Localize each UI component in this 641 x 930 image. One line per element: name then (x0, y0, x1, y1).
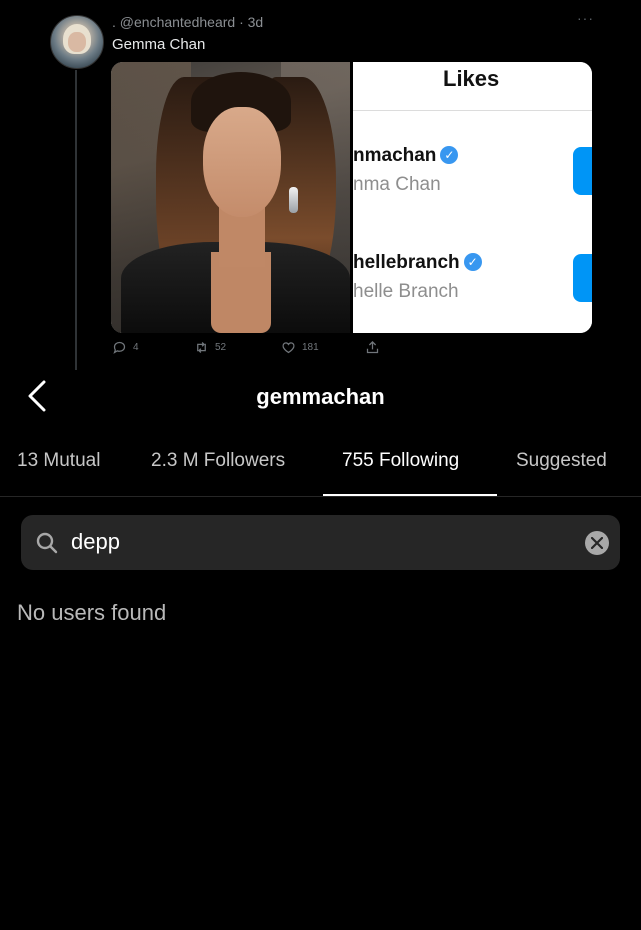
verified-badge-icon: ✓ (463, 253, 482, 271)
likes-screenshot: Likes nmachan ✓ nma Chan hellebranch ✓ hel… (353, 62, 592, 333)
share-button[interactable] (365, 340, 380, 355)
tab-suggested[interactable]: Suggested (516, 450, 607, 472)
tweet-handle[interactable]: . @enchantedheard · 3d (112, 14, 263, 30)
follow-button (573, 147, 592, 195)
retweet-icon (197, 342, 206, 353)
reply-icon (113, 341, 126, 354)
tweet-actions: 4 52 181 (112, 340, 412, 360)
thread-line (75, 70, 77, 370)
follow-tabs: 13 Mutual 2.3 M Followers 755 Following … (0, 450, 641, 496)
search-query[interactable]: depp (71, 529, 120, 555)
tab-followers[interactable]: 2.3 M Followers (151, 450, 285, 472)
reply-count: 4 (133, 342, 139, 353)
share-icon (366, 340, 379, 354)
tweet-card: . @enchantedheard · 3d Gemma Chan ··· Li… (0, 0, 641, 372)
like-username: nmachan ✓ (353, 145, 459, 167)
like-display-name: helle Branch (353, 281, 459, 302)
close-icon (591, 537, 603, 549)
reply-button[interactable]: 4 (112, 340, 139, 355)
tabs-divider (0, 496, 641, 497)
heart-icon (282, 342, 295, 354)
profile-username-title: gemmachan (256, 384, 385, 409)
tweet-media[interactable]: Likes nmachan ✓ nma Chan hellebranch ✓ hel… (111, 62, 592, 333)
like-button[interactable]: 181 (281, 340, 319, 355)
more-options-icon[interactable]: ··· (577, 10, 594, 26)
portrait-photo (111, 62, 350, 333)
follow-button (573, 254, 592, 302)
verified-badge-icon: ✓ (440, 146, 459, 164)
likes-divider (353, 110, 592, 111)
tab-mutual[interactable]: 13 Mutual (17, 450, 100, 472)
tweet-text: Gemma Chan (112, 36, 206, 53)
clear-search-button[interactable] (585, 531, 609, 555)
like-count: 181 (302, 342, 319, 353)
tab-following[interactable]: 755 Following (342, 450, 459, 472)
empty-state-message: No users found (17, 600, 167, 625)
like-username: hellebranch ✓ (353, 252, 482, 274)
search-icon (36, 532, 58, 554)
retweet-button[interactable]: 52 (194, 340, 226, 355)
search-input[interactable]: depp (21, 515, 620, 570)
retweet-count: 52 (215, 342, 227, 353)
avatar[interactable] (50, 15, 104, 69)
like-display-name: nma Chan (353, 174, 441, 195)
instagram-following-screen: gemmachan 13 Mutual 2.3 M Followers 755 … (0, 372, 641, 930)
